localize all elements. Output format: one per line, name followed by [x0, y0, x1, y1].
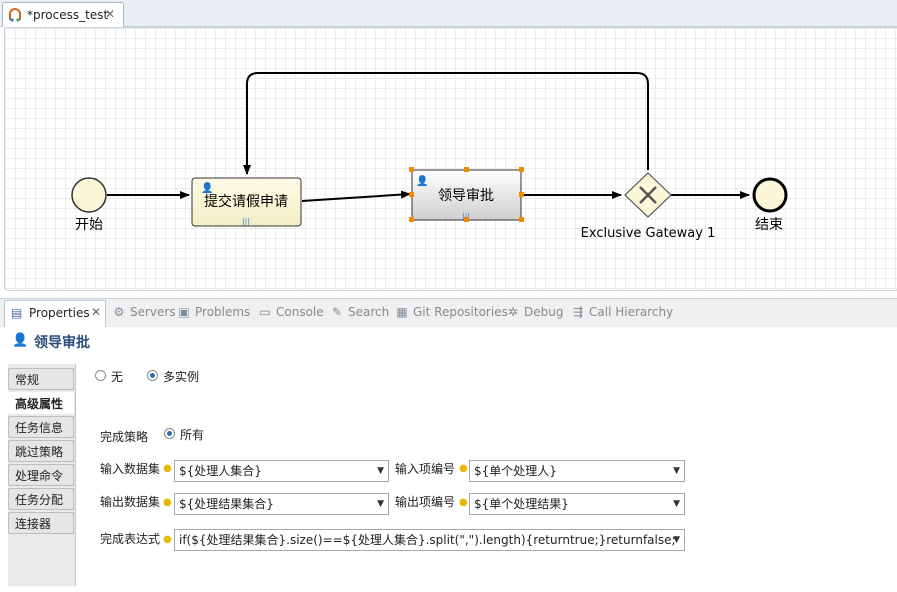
close-icon[interactable]: ✕: [105, 7, 115, 21]
properties-header: 👤 领导审批: [0, 327, 897, 355]
properties-icon: ▤: [11, 306, 23, 320]
tab-properties-label: Properties: [29, 306, 90, 320]
console-icon: ▭: [259, 305, 271, 319]
chevron-down-icon: ▼: [673, 499, 680, 509]
task-submit-label: 提交请假申请: [204, 193, 288, 210]
properties-title: 领导审批: [34, 335, 90, 351]
output-item-label: 输出项编号: [395, 495, 456, 509]
output-item-combo[interactable]: ${单个处理结果} ▼: [469, 493, 685, 515]
task-leader-approval[interactable]: 👤 领导审批 |||: [409, 167, 524, 222]
section-tab-commands[interactable]: 处理命令: [8, 464, 74, 486]
editor-tab-process-test[interactable]: *process_test ✕: [2, 2, 124, 27]
tab-search[interactable]: ✎ Search: [330, 305, 389, 319]
properties-section-tabs: 常规 高级属性 任务信息 跳过策略 处理命令 任务分配 连接器: [8, 364, 76, 586]
bpmn-diagram: 开始 👤 提交请假申请 ||| 👤 领导审批 ||| Exclusive Gat…: [71, 72, 788, 241]
tab-problems[interactable]: ▣ Problems: [177, 305, 250, 319]
tab-git-repositories[interactable]: ▦ Git Repositories: [395, 305, 508, 319]
search-icon: ✎: [331, 305, 343, 319]
input-item-combo[interactable]: ${单个处理人} ▼: [469, 460, 685, 482]
radio-completion-all[interactable]: [164, 428, 175, 439]
hint-bulb-icon: ●: [459, 497, 468, 508]
input-collection-combo[interactable]: ${处理人集合} ▼: [174, 460, 389, 482]
chevron-down-icon: ▼: [377, 466, 384, 476]
multi-instance-marker: |||: [242, 217, 250, 226]
view-tab-bar: ▤ Properties ✕ ⚙ Servers ▣ Problems ▭ Conso…: [0, 298, 897, 328]
start-event-label: 开始: [75, 217, 103, 233]
exclusive-gateway[interactable]: [624, 172, 672, 218]
problems-icon: ▣: [178, 305, 190, 319]
git-icon: ▦: [396, 305, 408, 319]
tab-debug[interactable]: ✲ Debug: [506, 305, 564, 319]
flow-submit-to-approve: [301, 190, 411, 202]
tab-properties[interactable]: ▤ Properties ✕: [4, 300, 106, 327]
start-event[interactable]: [71, 177, 107, 213]
call-hierarchy-icon: ⇶: [572, 305, 584, 319]
hint-bulb-icon: ●: [459, 463, 468, 474]
radio-multi-instance-label: 多实例: [163, 370, 200, 384]
editor-tab-label: *process_test: [27, 8, 109, 22]
output-collection-combo[interactable]: ${处理结果集合} ▼: [174, 493, 389, 515]
process-diagram-icon: [9, 8, 21, 22]
editor-tab-bar: *process_test ✕: [0, 0, 897, 27]
radio-none[interactable]: [95, 370, 106, 381]
radio-completion-all-label: 所有: [180, 428, 205, 442]
debug-icon: ✲: [507, 305, 519, 319]
input-collection-label: 输入数据集: [100, 462, 161, 476]
task-approval-label: 领导审批: [438, 188, 494, 204]
chevron-down-icon: ▼: [377, 499, 384, 509]
completion-policy-label: 完成策略: [100, 430, 149, 444]
section-tab-connectors[interactable]: 连接器: [8, 512, 74, 534]
completion-expression-combo[interactable]: if(${处理结果集合}.size()==${处理人集合}.split(",")…: [174, 529, 685, 551]
section-tab-task-info[interactable]: 任务信息: [8, 416, 74, 438]
hint-bulb-icon: ●: [163, 534, 172, 545]
gateway-label: Exclusive Gateway 1: [581, 226, 716, 241]
input-item-label: 输入项编号: [395, 462, 456, 476]
user-task-icon: 👤: [416, 174, 428, 187]
section-tab-advanced[interactable]: 高级属性: [8, 392, 74, 414]
tab-call-hierarchy[interactable]: ⇶ Call Hierarchy: [571, 305, 673, 319]
hint-bulb-icon: ●: [163, 497, 172, 508]
section-tab-skip-policy[interactable]: 跳过策略: [8, 440, 74, 462]
completion-expression-label: 完成表达式: [100, 532, 161, 546]
hint-bulb-icon: ●: [163, 463, 172, 474]
close-icon[interactable]: ✕: [91, 305, 101, 319]
section-tab-assignment[interactable]: 任务分配: [8, 488, 74, 510]
task-submit-leave[interactable]: 👤 提交请假申请 |||: [191, 177, 302, 227]
user-task-icon: 👤: [12, 333, 29, 348]
chevron-down-icon: ▼: [673, 466, 680, 476]
tab-servers[interactable]: ⚙ Servers: [112, 305, 176, 319]
radio-multi-instance[interactable]: [147, 370, 158, 381]
output-collection-label: 输出数据集: [100, 495, 161, 509]
radio-none-label: 无: [111, 370, 124, 384]
flow-gateway-back-to-submit: [243, 72, 649, 175]
user-task-icon: 👤: [201, 181, 213, 194]
end-event-label: 结束: [755, 217, 783, 233]
section-tab-general[interactable]: 常规: [8, 368, 74, 390]
bpmn-canvas[interactable]: 开始 👤 提交请假申请 ||| 👤 领导审批 ||| Exclusive Gat…: [4, 27, 897, 291]
tab-console[interactable]: ▭ Console: [258, 305, 323, 319]
servers-icon: ⚙: [113, 305, 125, 319]
chevron-down-icon: ▼: [673, 535, 680, 545]
end-event[interactable]: [752, 177, 788, 213]
